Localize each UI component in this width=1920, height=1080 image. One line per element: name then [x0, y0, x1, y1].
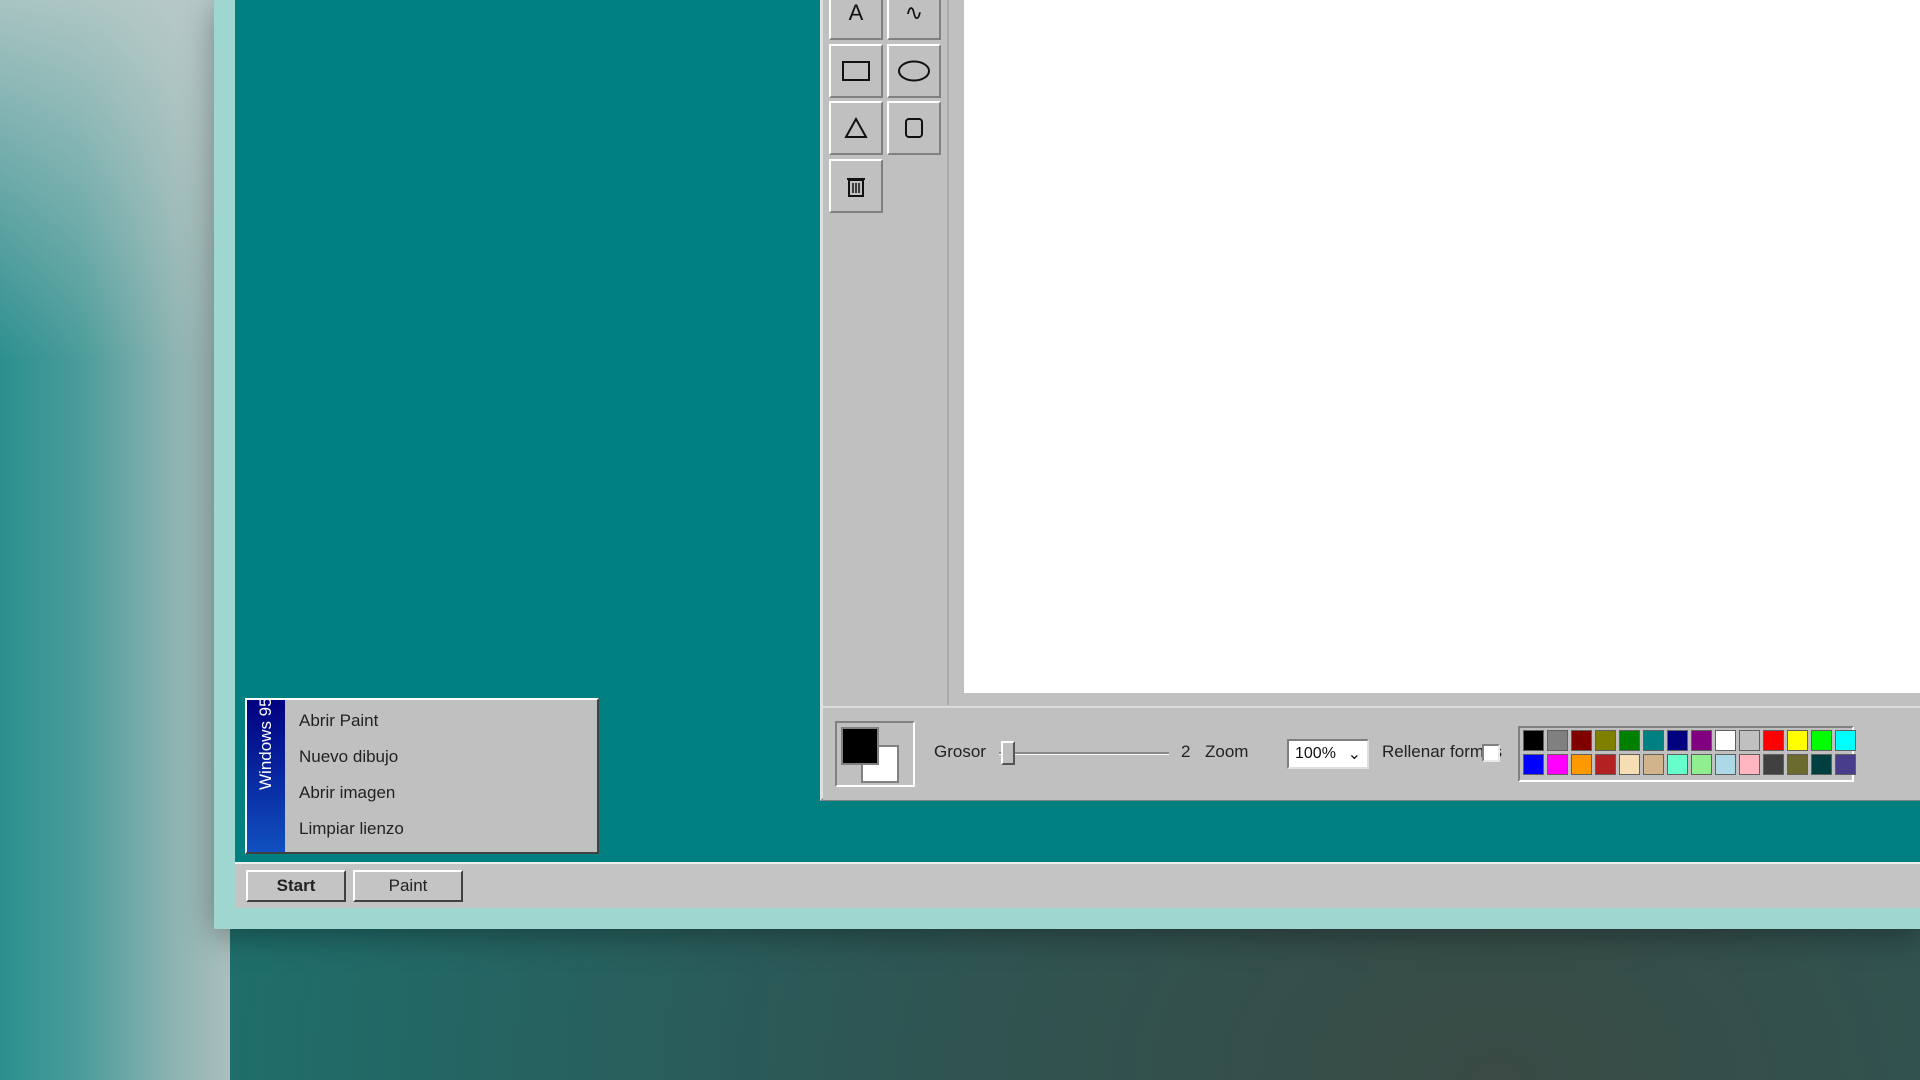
- palette-color-swatch[interactable]: [1835, 730, 1856, 751]
- palette-color-swatch[interactable]: [1571, 730, 1592, 751]
- toolbox: A ∿: [829, 0, 949, 705]
- palette-color-swatch[interactable]: [1691, 754, 1712, 775]
- palette-color-swatch[interactable]: [1547, 754, 1568, 775]
- text-tool-icon: A: [848, 0, 864, 25]
- palette-color-swatch[interactable]: [1523, 730, 1544, 751]
- color-palette: [1518, 726, 1856, 782]
- primary-color-swatch[interactable]: [841, 727, 879, 765]
- start-menu: Windows 95 Abrir Paint Nuevo dibujo Abri…: [245, 697, 599, 854]
- palette-color-swatch[interactable]: [1715, 730, 1736, 751]
- rounded-rectangle-tool-button[interactable]: [887, 101, 941, 155]
- triangle-tool-button[interactable]: [829, 101, 883, 155]
- palette-color-swatch[interactable]: [1715, 754, 1736, 775]
- palette-color-swatch[interactable]: [1619, 730, 1640, 751]
- taskbar-paint-button[interactable]: Paint: [353, 870, 463, 902]
- palette-color-swatch[interactable]: [1835, 754, 1856, 775]
- palette-color-swatch[interactable]: [1667, 754, 1688, 775]
- palette-color-swatch[interactable]: [1787, 730, 1808, 751]
- rectangle-icon: [842, 61, 870, 81]
- palette-color-swatch[interactable]: [1763, 730, 1784, 751]
- drawing-canvas[interactable]: [964, 0, 1920, 693]
- rectangle-tool-button[interactable]: [829, 44, 883, 98]
- triangle-icon: [844, 117, 868, 138]
- fill-shapes-checkbox[interactable]: [1482, 744, 1500, 762]
- palette-color-swatch[interactable]: [1643, 754, 1664, 775]
- palette-color-swatch[interactable]: [1739, 730, 1760, 751]
- start-menu-banner-text: Windows 95: [256, 697, 275, 790]
- curve-icon: ∿: [904, 0, 924, 25]
- start-button[interactable]: Start: [246, 870, 346, 902]
- palette-color-swatch[interactable]: [1595, 730, 1616, 751]
- palette-color-swatch[interactable]: [1763, 754, 1784, 775]
- palette-color-swatch[interactable]: [1571, 754, 1592, 775]
- thickness-label: Grosor: [934, 742, 986, 761]
- text-tool-button[interactable]: A: [829, 0, 883, 40]
- thickness-value: 2: [1181, 742, 1191, 761]
- room-background-light: [0, 0, 230, 360]
- thickness-slider-track[interactable]: [999, 752, 1169, 755]
- palette-color-swatch[interactable]: [1547, 730, 1568, 751]
- palette-color-swatch[interactable]: [1595, 754, 1616, 775]
- zoom-label: Zoom: [1205, 742, 1249, 761]
- curve-tool-button[interactable]: ∿: [887, 0, 941, 40]
- menu-item-open-paint[interactable]: Abrir Paint: [299, 704, 589, 738]
- palette-color-swatch[interactable]: [1523, 754, 1544, 775]
- zoom-select[interactable]: 100% ⌄: [1287, 739, 1369, 769]
- rounded-rectangle-icon: [905, 118, 923, 138]
- chevron-down-icon: ⌄: [1347, 746, 1361, 763]
- start-menu-banner: Windows 95: [247, 697, 285, 852]
- ellipse-tool-button[interactable]: [887, 44, 941, 98]
- palette-color-swatch[interactable]: [1691, 730, 1712, 751]
- canvas-area: [950, 0, 1920, 705]
- menu-item-open-image[interactable]: Abrir imagen: [299, 776, 589, 810]
- palette-color-swatch[interactable]: [1667, 730, 1688, 751]
- thickness-slider-thumb[interactable]: [1001, 741, 1015, 765]
- palette-color-swatch[interactable]: [1643, 730, 1664, 751]
- paint-window: A ∿ Grosor 2 Zoom 100% ⌄ Rellenar formas: [820, 0, 1920, 801]
- menu-item-new-drawing[interactable]: Nuevo dibujo: [299, 740, 589, 774]
- palette-color-swatch[interactable]: [1619, 754, 1640, 775]
- palette-color-swatch[interactable]: [1811, 754, 1832, 775]
- paint-bottom-bar: Grosor 2 Zoom 100% ⌄ Rellenar formas: [823, 706, 1920, 800]
- palette-color-swatch[interactable]: [1739, 754, 1760, 775]
- trash-icon: [847, 178, 865, 197]
- clear-tool-button[interactable]: [829, 159, 883, 213]
- desktop: A ∿ Grosor 2 Zoom 100% ⌄ Rellenar formas…: [235, 0, 1920, 908]
- ellipse-icon: [898, 60, 930, 82]
- menu-item-clear-canvas[interactable]: Limpiar lienzo: [299, 812, 589, 846]
- current-colors: [835, 721, 915, 787]
- taskbar: Start Paint: [235, 862, 1920, 908]
- palette-color-swatch[interactable]: [1811, 730, 1832, 751]
- zoom-value: 100%: [1295, 745, 1336, 762]
- palette-color-swatch[interactable]: [1787, 754, 1808, 775]
